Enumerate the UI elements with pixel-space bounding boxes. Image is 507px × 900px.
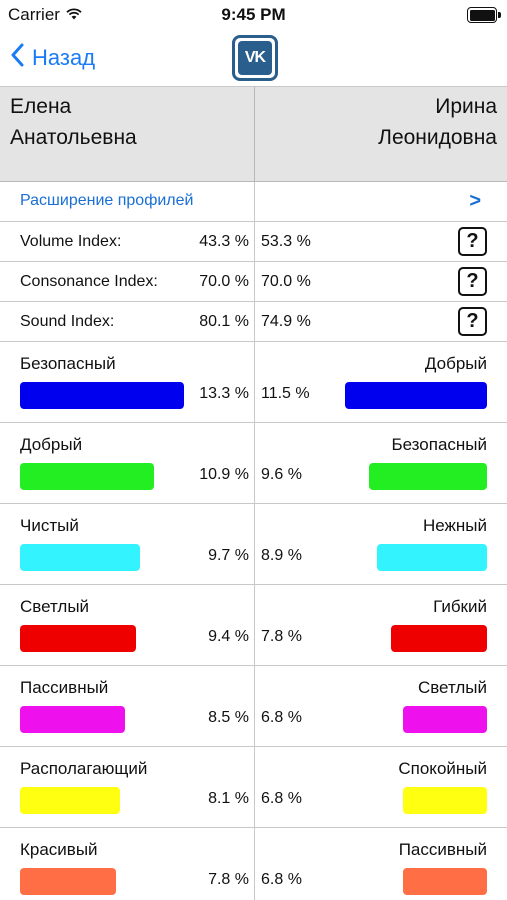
trait-right-bar — [391, 625, 487, 652]
help-button[interactable]: ? — [458, 227, 487, 256]
trait-right-label: Нежный — [422, 516, 487, 535]
vk-logo-icon: VK — [238, 41, 272, 75]
vk-logo-text: VK — [244, 49, 266, 66]
trait-left-label: Чистый — [20, 516, 79, 535]
trait-left-label: Добрый — [20, 435, 83, 454]
trait-left-percent: 10.9 % — [199, 466, 249, 483]
chevron-left-icon — [10, 43, 24, 73]
trait-left-label: Пассивный — [20, 678, 109, 697]
trait-left-bar — [20, 787, 120, 814]
index-row-sound: Sound Index: 80.1 % 74.9 % ? — [0, 302, 507, 342]
nav-bar: Назад VK — [0, 30, 507, 86]
trait-left-label: Светлый — [20, 597, 90, 616]
trait-right-bar — [403, 706, 487, 733]
trait-right-percent: 6.8 % — [261, 871, 302, 888]
trait-right-percent: 9.6 % — [261, 466, 302, 483]
names-header: Елена Анатольевна Ирина Леонидовна — [0, 86, 507, 182]
trait-left-percent: 7.8 % — [208, 871, 249, 888]
vk-logo-button[interactable]: VK — [232, 35, 278, 81]
trait-row: Светлый Гибкий 9.4 % 7.8 % — [0, 585, 507, 666]
index-right-value: 74.9 % — [261, 313, 311, 330]
trait-left-label: Располагающий — [20, 759, 148, 778]
trait-row: Чистый Нежный 9.7 % 8.9 % — [0, 504, 507, 585]
trait-left-percent: 13.3 % — [199, 385, 249, 402]
trait-left-percent: 8.1 % — [208, 790, 249, 807]
trait-right-bar — [403, 868, 487, 895]
index-row-consonance: Consonance Index: 70.0 % 70.0 % ? — [0, 262, 507, 302]
index-left-value: 43.3 % — [199, 233, 249, 250]
trait-right-label: Пассивный — [398, 840, 487, 859]
trait-right-label: Добрый — [424, 354, 487, 373]
trait-right-percent: 8.9 % — [261, 547, 302, 564]
back-button[interactable]: Назад — [10, 38, 95, 78]
trait-left-bar — [20, 463, 154, 490]
index-label: Volume Index: — [20, 233, 122, 250]
trait-right-label: Светлый — [417, 678, 487, 697]
trait-row: Пассивный Светлый 8.5 % 6.8 % — [0, 666, 507, 747]
right-patronymic: Леонидовна — [378, 126, 497, 149]
trait-right-bar — [403, 787, 487, 814]
trait-right-percent: 6.8 % — [261, 709, 302, 726]
comparison-table: Расширение профилей > Volume Index: 43.3… — [0, 182, 507, 900]
trait-left-bar — [20, 544, 140, 571]
trait-right-label: Гибкий — [433, 597, 487, 616]
trait-left-percent: 8.5 % — [208, 709, 249, 726]
trait-left-label: Безопасный — [20, 354, 116, 373]
trait-left-percent: 9.4 % — [208, 628, 249, 645]
index-left-value: 80.1 % — [199, 313, 249, 330]
trait-right-bar — [345, 382, 487, 409]
help-button[interactable]: ? — [458, 267, 487, 296]
trait-right-label: Безопасный — [391, 435, 487, 454]
left-person-name: Елена Анатольевна — [10, 91, 137, 153]
trait-right-bar — [377, 544, 487, 571]
right-person-name: Ирина Леонидовна — [378, 91, 497, 153]
status-time: 9:45 PM — [221, 5, 286, 24]
trait-left-bar — [20, 706, 125, 733]
status-bar: Carrier 9:45 PM — [0, 0, 507, 30]
profile-extension-link[interactable]: Расширение профилей — [20, 192, 193, 210]
index-label: Consonance Index: — [20, 273, 158, 290]
trait-list: Безопасный Добрый 13.3 % 11.5 % Добрый Безопа… — [0, 342, 507, 900]
index-right-value: 70.0 % — [261, 273, 311, 290]
index-right-value: 53.3 % — [261, 233, 311, 250]
left-first-name: Елена — [10, 95, 72, 118]
trait-right-percent: 6.8 % — [261, 790, 302, 807]
trait-right-percent: 11.5 % — [261, 385, 310, 402]
trait-row: Добрый Безопасный 10.9 % 9.6 % — [0, 423, 507, 504]
help-button[interactable]: ? — [458, 307, 487, 336]
left-patronymic: Анатольевна — [10, 126, 137, 149]
profile-extension-row[interactable]: Расширение профилей > — [0, 182, 507, 222]
trait-row: Красивый Пассивный 7.8 % 6.8 % — [0, 828, 507, 900]
trait-left-label: Красивый — [20, 840, 98, 859]
trait-row: Располагающий Спокойный 8.1 % 6.8 % — [0, 747, 507, 828]
index-row-volume: Volume Index: 43.3 % 53.3 % ? — [0, 222, 507, 262]
trait-right-label: Спокойный — [398, 759, 487, 778]
trait-left-bar — [20, 382, 184, 409]
column-divider — [254, 87, 255, 181]
trait-right-bar — [369, 463, 487, 490]
battery-icon — [467, 7, 501, 23]
index-left-value: 70.0 % — [199, 273, 249, 290]
index-label: Sound Index: — [20, 313, 115, 330]
trait-left-bar — [20, 625, 136, 652]
back-label: Назад — [32, 45, 96, 70]
right-first-name: Ирина — [435, 95, 497, 118]
chevron-right-icon[interactable]: > — [469, 190, 481, 213]
trait-left-percent: 9.7 % — [208, 547, 249, 564]
trait-right-percent: 7.8 % — [261, 628, 302, 645]
trait-left-bar — [20, 868, 116, 895]
trait-row: Безопасный Добрый 13.3 % 11.5 % — [0, 342, 507, 423]
